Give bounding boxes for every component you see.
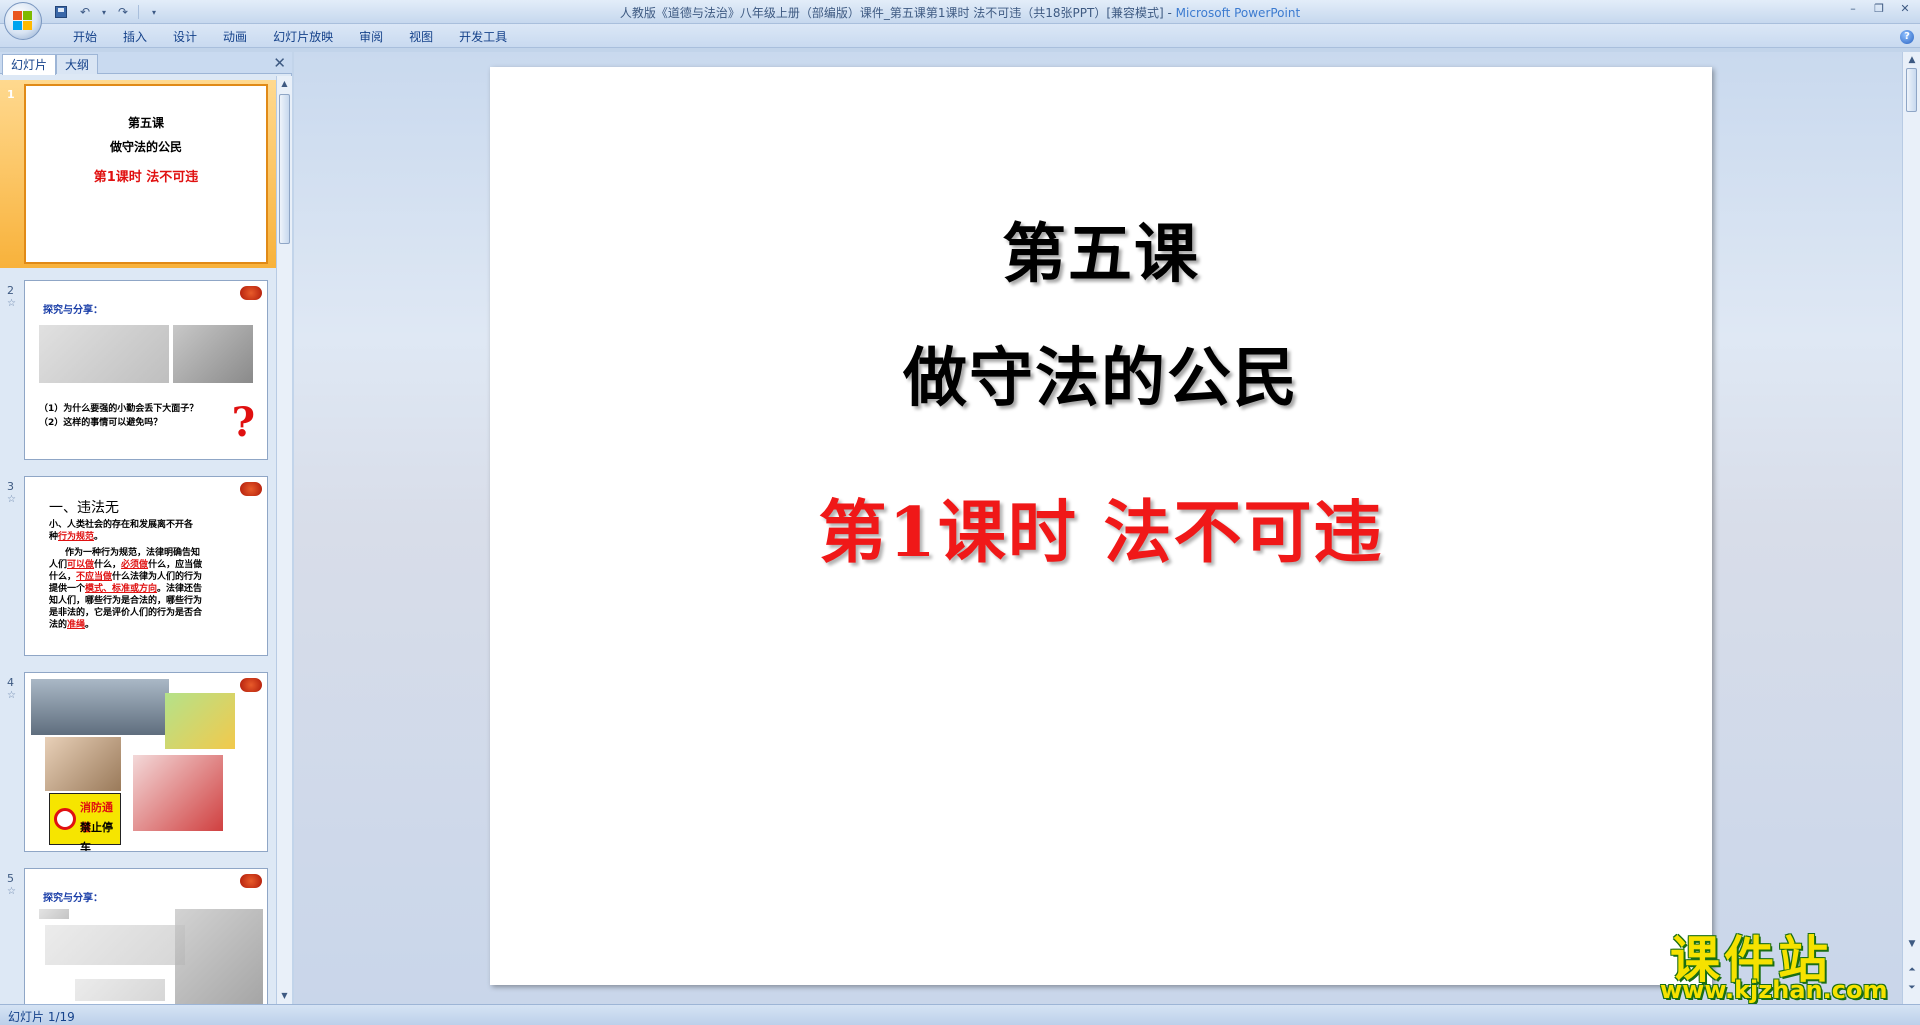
status-bar: 幻灯片 1/19 (0, 1004, 1920, 1025)
office-logo-icon (13, 11, 33, 31)
animation-star-icon: ☆ (7, 690, 16, 701)
editor-scrollbar[interactable]: ▲ ▼ ⏶ ⏷ (1902, 52, 1920, 1004)
slide-thumbnail-row[interactable]: 3 ☆ 一、违法无 小、人类社会的存在和发展离不开各 种行为规范。 作为一种行为… (0, 472, 276, 660)
restore-button[interactable]: ❐ (1872, 2, 1886, 16)
help-button[interactable]: ? (1900, 30, 1914, 44)
thumb-subtitle: 做守法的公民 (109, 140, 182, 154)
thumb-question-2: （2）这样的事情可以避免吗？ (39, 418, 163, 428)
title-bar: ↶ ▾ ↷ ▾ 人教版《道德与法治》八年级上册（部编版）课件_第五课第1课时 法… (0, 0, 1920, 40)
tab-view[interactable]: 视图 (396, 28, 446, 46)
scroll-thumb[interactable] (279, 94, 290, 244)
slide-number: 1 (7, 88, 15, 101)
tab-design[interactable]: 设计 (160, 28, 210, 46)
no-parking-icon (54, 808, 76, 830)
tab-slideshow[interactable]: 幻灯片放映 (260, 28, 346, 46)
slide-thumbnail[interactable]: 消防通道 禁止停车 (24, 672, 268, 852)
slide-editor: 第五课 做守法的公民 第1课时 法不可违 (294, 52, 1902, 1004)
cartoon-illustration (45, 737, 121, 791)
slide-subtitle[interactable]: 做守法的公民 (490, 327, 1712, 419)
illustration-image (175, 909, 263, 1004)
tab-home[interactable]: 开始 (60, 28, 110, 46)
window-controls: – ❐ ✕ (1846, 2, 1912, 16)
close-icon: ✕ (1900, 2, 1910, 15)
watermark-url: www.kjzhan.com (1660, 976, 1888, 1004)
text-image (75, 979, 165, 1001)
question-mark-icon: ? (231, 399, 255, 446)
slide-thumbnail[interactable]: 一、违法无 小、人类社会的存在和发展离不开各 种行为规范。 作为一种行为规范，法… (24, 476, 268, 656)
highway-photo (31, 679, 169, 735)
scroll-up-icon[interactable]: ▲ (279, 78, 290, 90)
animation-star-icon: ☆ (7, 494, 16, 505)
app-name: Microsoft PowerPoint (1175, 6, 1301, 20)
thumb-paragraph-line: 法的准绳。 (49, 620, 95, 630)
tab-outline[interactable]: 大纲 (56, 54, 99, 74)
tab-animations[interactable]: 动画 (210, 28, 260, 46)
scroll-up-icon[interactable]: ▲ (1906, 54, 1918, 66)
close-icon: ✕ (273, 54, 286, 72)
thumb-question-1: （1）为什么要强的小勤会丢下大面子？ (39, 404, 199, 414)
window-title: 人教版《道德与法治》八年级上册（部编版）课件_第五课第1课时 法不可违（共18张… (0, 4, 1920, 21)
animation-star-icon: ☆ (7, 298, 16, 309)
slide-thumbnail-row[interactable]: 5 ☆ 探究与分享： (0, 864, 276, 1004)
ribbon-tabs: 开始 插入 设计 动画 幻灯片放映 审阅 视图 开发工具 (60, 28, 520, 46)
badge-icon (239, 677, 263, 693)
slide-thumbnail[interactable]: 探究与分享： (24, 868, 268, 1004)
document-title: 人教版《道德与法治》八年级上册（部编版）课件_第五课第1课时 法不可违（共18张… (619, 6, 1164, 20)
tab-review[interactable]: 审阅 (346, 28, 396, 46)
badge-icon (239, 873, 263, 889)
thumbnail-list: 1 第五课 做守法的公民 第1课时 法不可违 2 ☆ 探究与分享： （1）为什么… (0, 76, 276, 1004)
slide-counter: 幻灯片 1/19 (8, 1010, 75, 1024)
scroll-down-icon[interactable]: ▼ (279, 990, 290, 1002)
fire-lane-sign: 消防通道 禁止停车 (49, 793, 121, 851)
minimize-icon: – (1850, 2, 1856, 15)
office-button[interactable] (4, 2, 42, 40)
tab-slides[interactable]: 幻灯片 (2, 54, 57, 75)
label-image (39, 909, 69, 919)
slide-thumbnail-row[interactable]: 4 ☆ 消防通道 禁止停车 (0, 668, 276, 856)
watermark: 课件站 www.kjzhan.com (1660, 920, 1920, 1004)
close-button[interactable]: ✕ (1898, 2, 1912, 16)
slide-thumbnail-row[interactable]: 2 ☆ 探究与分享： （1）为什么要强的小勤会丢下大面子？ （2）这样的事情可以… (0, 276, 276, 464)
pane-tabs: 幻灯片 大纲 ✕ (0, 52, 292, 75)
slide-number: 3 (7, 480, 14, 493)
minimize-button[interactable]: – (1846, 2, 1860, 16)
tab-insert[interactable]: 插入 (110, 28, 160, 46)
thumb-lesson: 第1课时 法不可违 (93, 170, 199, 185)
slide-thumbnail[interactable]: 第五课 做守法的公民 第1课时 法不可违 (24, 84, 268, 264)
thumb-title: 第五课 (127, 116, 164, 130)
slide-number: 4 (7, 676, 14, 689)
thumbnail-scrollbar[interactable]: ▲ ▼ (276, 76, 292, 1004)
current-slide[interactable]: 第五课 做守法的公民 第1课时 法不可违 (490, 67, 1712, 985)
thumb-heading: 一、违法无 (49, 500, 119, 516)
figures-illustration (133, 755, 223, 831)
illustration-image (173, 325, 253, 383)
slides-pane: 幻灯片 大纲 ✕ 1 第五课 做守法的公民 第1课时 法不可违 2 ☆ 探究与分… (0, 52, 292, 1004)
thumb-paragraph-line: 种行为规范。 (49, 532, 104, 542)
text-image (45, 925, 185, 965)
tab-developer[interactable]: 开发工具 (446, 28, 520, 46)
slide-number: 5 (7, 872, 14, 885)
thumb-heading: 探究与分享： (43, 305, 103, 316)
ribbon-tab-bar: 开始 插入 设计 动画 幻灯片放映 审阅 视图 开发工具 ? (0, 24, 1920, 48)
cage-illustration (165, 693, 235, 749)
help-icon: ? (1904, 31, 1910, 42)
restore-icon: ❐ (1874, 2, 1884, 15)
slide-number: 2 (7, 284, 14, 297)
badge-icon (239, 285, 263, 301)
slide-lesson-title[interactable]: 第1课时 法不可违 (490, 477, 1712, 576)
sign-line-2: 禁止停车 (80, 821, 113, 852)
badge-icon (239, 481, 263, 497)
slide-title[interactable]: 第五课 (490, 203, 1712, 295)
animation-star-icon: ☆ (7, 886, 16, 897)
slide-thumbnail-row[interactable]: 1 第五课 做守法的公民 第1课时 法不可违 (0, 80, 276, 268)
pane-close-button[interactable]: ✕ (273, 54, 286, 72)
text-image (39, 325, 169, 383)
thumb-heading: 探究与分享： (43, 893, 103, 904)
title-separator: - (1163, 6, 1176, 20)
slide-thumbnail[interactable]: 探究与分享： （1）为什么要强的小勤会丢下大面子？ （2）这样的事情可以避免吗？… (24, 280, 268, 460)
scroll-thumb[interactable] (1906, 68, 1917, 112)
